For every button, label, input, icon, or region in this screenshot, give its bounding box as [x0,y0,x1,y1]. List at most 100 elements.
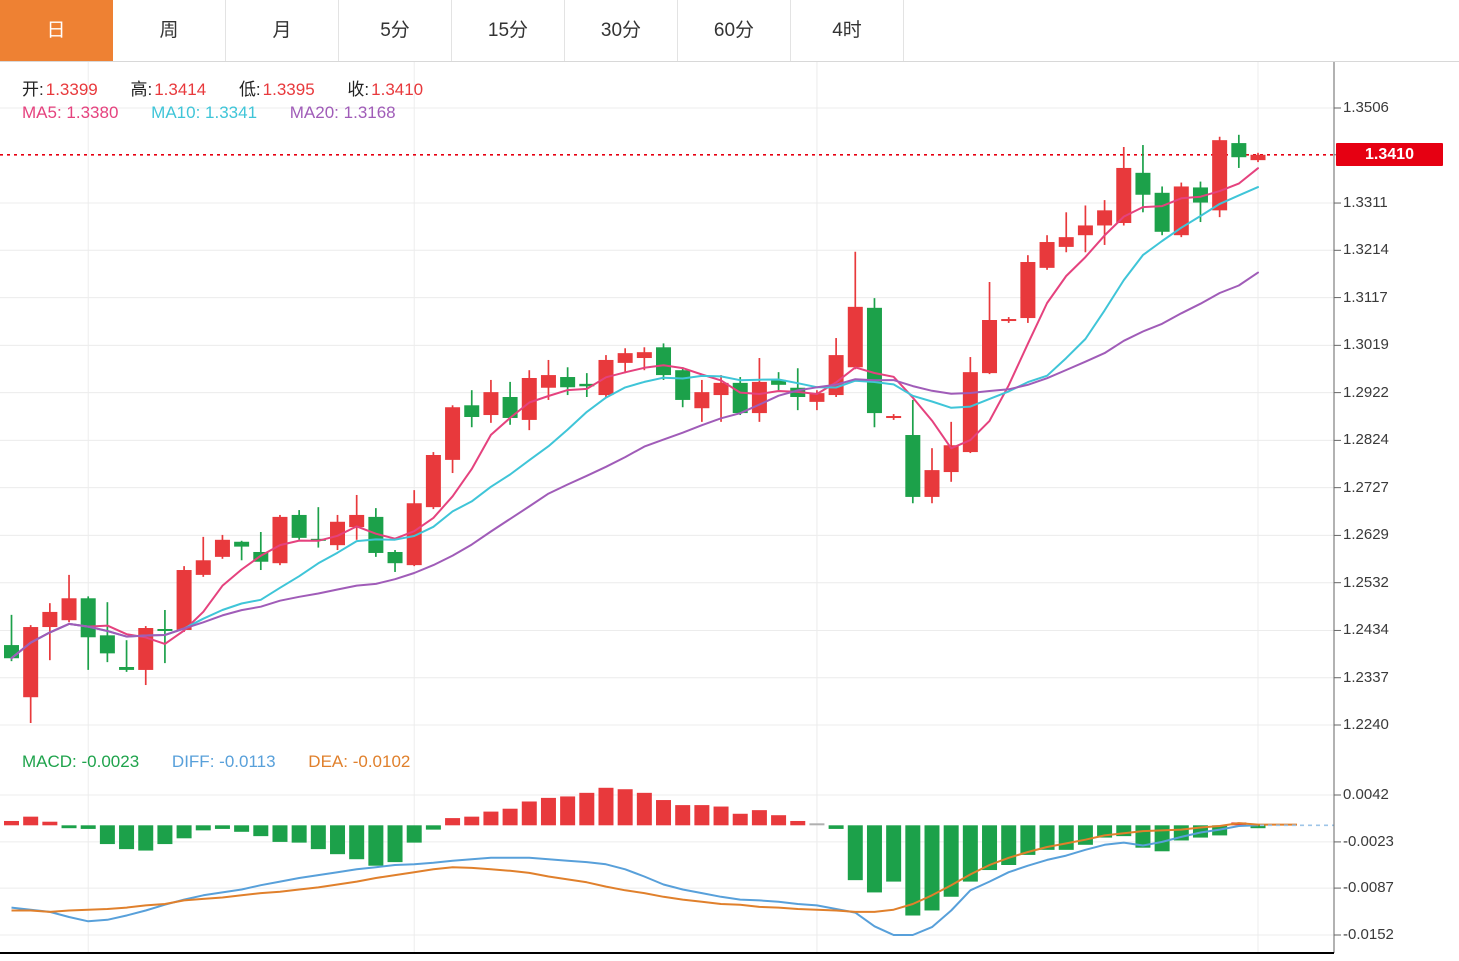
candle[interactable] [445,407,460,460]
candle[interactable] [1001,319,1016,321]
macd-bar[interactable] [407,825,422,842]
macd-bar[interactable] [714,807,729,826]
candle[interactable] [157,629,172,631]
macd-bar[interactable] [272,825,287,842]
tab-60min[interactable]: 60分 [678,0,791,61]
candle[interactable] [62,598,77,620]
candle[interactable] [177,570,192,630]
candle[interactable] [637,352,652,358]
macd-bar[interactable] [598,788,613,826]
macd-bar[interactable] [388,825,403,862]
candle[interactable] [733,383,748,413]
candle[interactable] [1212,140,1227,210]
candle[interactable] [1020,262,1035,318]
candle[interactable] [1135,173,1150,195]
candle[interactable] [1078,225,1093,235]
candle[interactable] [100,635,115,653]
candle[interactable] [1155,193,1170,232]
macd-bar[interactable] [42,822,57,826]
macd-bar[interactable] [637,793,652,825]
candle[interactable] [522,378,537,420]
candle[interactable] [215,540,230,557]
macd-bar[interactable] [867,825,882,892]
macd-bar[interactable] [771,815,786,825]
candle[interactable] [541,375,556,388]
tab-month[interactable]: 月 [226,0,339,61]
candle[interactable] [1231,143,1246,157]
macd-bar[interactable] [733,814,748,826]
tab-5min[interactable]: 5分 [339,0,452,61]
kline-chart-svg[interactable] [0,0,1459,961]
macd-bar[interactable] [196,825,211,830]
macd-bar[interactable] [426,825,441,829]
candle[interactable] [1251,155,1266,160]
macd-bar[interactable] [809,823,824,825]
candle[interactable] [1097,210,1112,225]
macd-bar[interactable] [790,821,805,825]
macd-bar[interactable] [963,825,978,881]
candle[interactable] [618,353,633,363]
tab-day[interactable]: 日 [0,0,113,61]
candle[interactable] [4,645,19,658]
macd-bar[interactable] [560,796,575,825]
tab-week[interactable]: 周 [113,0,226,61]
macd-bar[interactable] [579,793,594,825]
candle[interactable] [560,377,575,387]
macd-bar[interactable] [829,825,844,829]
tab-30min[interactable]: 30分 [565,0,678,61]
macd-bar[interactable] [330,825,345,854]
macd-bar[interactable] [503,809,518,826]
macd-bar[interactable] [311,825,326,849]
macd-bar[interactable] [656,800,671,825]
macd-bar[interactable] [81,825,96,829]
macd-bar[interactable] [483,812,498,826]
macd-bar[interactable] [464,817,479,826]
candle[interactable] [119,667,134,670]
candle[interactable] [848,307,863,367]
candle[interactable] [349,515,364,527]
macd-bar[interactable] [1059,825,1074,850]
macd-bar[interactable] [234,825,249,831]
candle[interactable] [924,470,939,497]
candle[interactable] [272,517,287,563]
macd-bar[interactable] [23,817,38,826]
macd-bar[interactable] [292,825,307,842]
macd-bar[interactable] [445,818,460,825]
candle[interactable] [905,435,920,497]
candle[interactable] [694,392,709,408]
macd-bar[interactable] [215,825,230,829]
candle[interactable] [483,392,498,415]
macd-bar[interactable] [618,789,633,825]
tab-4hour[interactable]: 4时 [791,0,904,61]
candle[interactable] [675,370,690,400]
candle[interactable] [1059,237,1074,247]
candle[interactable] [426,455,441,507]
macd-bar[interactable] [100,825,115,844]
macd-bar[interactable] [522,801,537,825]
macd-bar[interactable] [119,825,134,849]
macd-bar[interactable] [157,825,172,844]
tab-15min[interactable]: 15分 [452,0,565,61]
macd-bar[interactable] [752,810,767,825]
macd-bar[interactable] [694,805,709,825]
macd-bar[interactable] [848,825,863,880]
candle[interactable] [292,515,307,538]
candle[interactable] [886,416,901,418]
macd-bar[interactable] [4,821,19,825]
candle[interactable] [138,628,153,670]
candle[interactable] [23,627,38,697]
macd-bar[interactable] [1078,825,1093,844]
candle[interactable] [829,355,844,395]
macd-bar[interactable] [541,798,556,825]
macd-bar[interactable] [253,825,268,836]
candle[interactable] [656,347,671,375]
macd-bar[interactable] [138,825,153,850]
candle[interactable] [196,560,211,575]
candle[interactable] [867,308,882,413]
candle[interactable] [464,405,479,417]
candle[interactable] [388,552,403,563]
candle[interactable] [1040,242,1055,268]
macd-bar[interactable] [886,825,901,881]
candle[interactable] [234,542,249,547]
candle[interactable] [81,598,96,637]
